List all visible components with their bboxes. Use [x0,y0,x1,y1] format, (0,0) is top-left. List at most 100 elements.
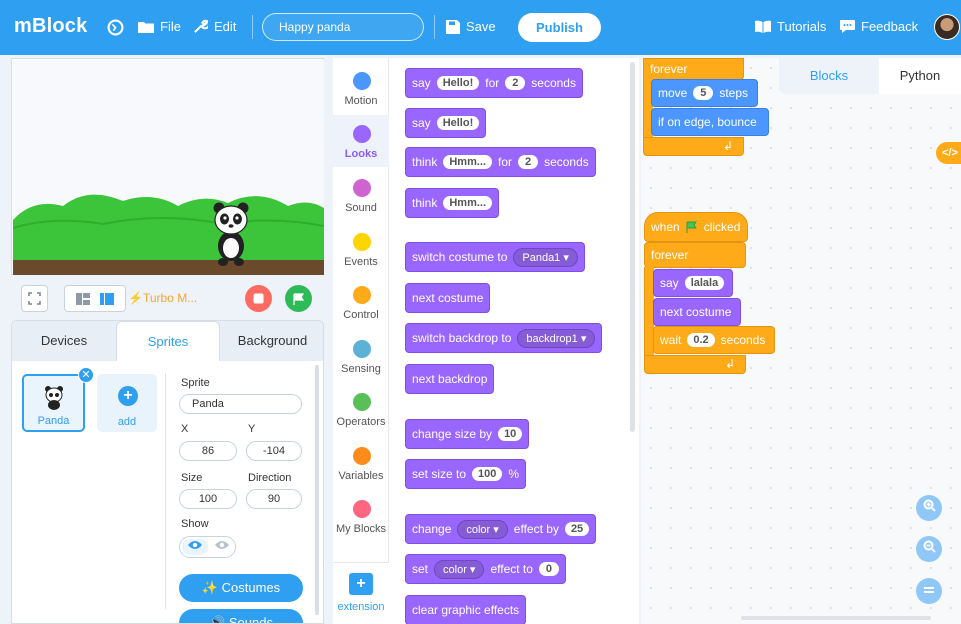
when-flag-clicked-block[interactable]: when clicked [644,212,748,242]
switch-costume-block[interactable]: switch costume to Panda1 ▾ [405,242,585,272]
category-sensing[interactable]: Sensing [333,330,389,382]
category-sound[interactable]: Sound [333,169,389,221]
script-area[interactable]: Blocks Python </> forever move 5 steps i… [641,58,961,624]
change-effect-block[interactable]: change color ▾ effect by 25 [405,514,597,544]
direction-field[interactable]: 90 [246,489,302,509]
zoom-out-button[interactable] [916,536,942,562]
stage-scene [13,60,324,275]
forever-block[interactable]: forever [644,242,746,268]
block-input[interactable]: 2 [505,76,526,90]
eye-open-icon[interactable] [182,539,208,555]
turbo-mode-toggle[interactable]: ⚡Turbo M... [128,291,197,305]
block-input[interactable]: Hmm... [443,155,493,169]
sounds-label: Sounds [228,615,273,624]
tab-blocks[interactable]: Blocks [779,58,879,94]
block-text: clear graphic effects [412,603,520,617]
costume-dropdown[interactable]: Panda1 ▾ [513,247,578,267]
sprite-thumbnail-panda[interactable]: Panda ✕ [22,367,94,432]
block-input[interactable]: Hello! [436,116,480,130]
save-button[interactable]: Save [446,19,496,34]
eye-closed-icon[interactable] [210,539,234,555]
stage-layout-toggle [64,285,126,312]
switch-backdrop-block[interactable]: switch backdrop to backdrop1 ▾ [405,323,603,353]
set-size-block[interactable]: set size to 100 % [405,459,527,489]
sounds-button[interactable]: 🔊 Sounds [179,609,303,624]
publish-button[interactable]: Publish [518,13,601,42]
set-effect-block[interactable]: set color ▾ effect to 0 [405,554,566,584]
script-area-scrollbar[interactable] [741,616,931,620]
speaker-icon: 🔊 [209,615,226,624]
wait-seconds-block[interactable]: wait 0.2 seconds [653,326,775,354]
sprite-name-field[interactable]: Panda [179,394,302,414]
move-steps-block[interactable]: move 5 steps [651,79,758,107]
bounce-block[interactable]: if on edge, bounce [651,108,769,136]
block-text: change [412,522,452,536]
category-control[interactable]: Control [333,276,389,328]
block-input[interactable]: 0 [538,562,559,576]
forever-block[interactable]: forever [643,58,744,80]
say-for-seconds-block[interactable]: say Hello! for 2 seconds [405,68,583,98]
block-input[interactable]: 5 [693,86,714,100]
y-field[interactable]: -104 [246,441,302,461]
file-menu[interactable]: File [138,19,181,34]
category-variables[interactable]: Variables [333,437,389,489]
block-input[interactable]: lalala [684,276,725,290]
green-flag-button[interactable] [285,285,312,312]
category-my-blocks[interactable]: My Blocks [333,490,389,542]
project-name-field[interactable]: Happy panda [262,13,424,41]
backdrop-dropdown[interactable]: backdrop1 ▾ [517,328,596,348]
green-flag-icon [686,221,697,233]
x-field[interactable]: 86 [179,441,237,461]
effect-dropdown[interactable]: color ▾ [457,519,508,539]
effect-dropdown[interactable]: color ▾ [434,559,485,579]
say-block[interactable]: say lalala [653,269,733,297]
app-logo: mBlock [14,15,88,37]
tab-background[interactable]: Background [220,321,323,361]
tab-devices[interactable]: Devices [12,321,116,361]
code-view-icon[interactable]: </> [936,142,961,164]
fullscreen-button[interactable] [21,285,48,312]
language-button[interactable] [107,19,124,36]
category-looks[interactable]: Looks [333,115,389,167]
think-for-seconds-block[interactable]: think Hmm... for 2 seconds [405,147,596,177]
next-costume-block[interactable]: next costume [653,298,741,326]
tab-sprites[interactable]: Sprites [116,321,220,361]
palette-scrollbar[interactable] [630,62,635,432]
sprite-panel: Devices Sprites Background Panda ✕ + add… [11,320,324,624]
block-input[interactable]: 10 [498,427,523,441]
stop-button[interactable] [245,285,272,312]
tab-python[interactable]: Python [879,58,961,94]
stage-canvas[interactable] [13,60,324,275]
change-size-block[interactable]: change size by 10 [405,419,530,449]
zoom-in-button[interactable] [916,495,942,521]
delete-sprite-icon[interactable]: ✕ [78,367,94,383]
block-input[interactable]: 25 [564,522,590,536]
edit-menu[interactable]: Edit [193,19,236,34]
block-input[interactable]: 100 [472,467,503,481]
feedback-button[interactable]: Feedback [840,19,918,34]
user-avatar[interactable] [934,14,960,40]
tutorials-button[interactable]: Tutorials [755,19,826,34]
clear-effects-block[interactable]: clear graphic effects [405,595,527,624]
think-block[interactable]: think Hmm... [405,188,500,218]
block-input[interactable]: Hello! [436,76,480,90]
next-backdrop-block[interactable]: next backdrop [405,364,495,394]
next-costume-block[interactable]: next costume [405,283,491,313]
extension-button[interactable]: + extension [333,562,389,624]
block-input[interactable]: 0.2 [687,333,715,347]
size-field[interactable]: 100 [179,489,237,509]
costumes-button[interactable]: ✨ Costumes [179,574,303,602]
panel-scrollbar[interactable] [315,365,319,615]
small-stage-icon[interactable] [76,292,90,305]
show-label: Show [181,518,209,530]
add-sprite-button[interactable]: + add [97,374,157,432]
large-stage-icon[interactable] [100,292,114,305]
block-input[interactable]: Hmm... [443,196,493,210]
block-text: set [412,562,429,576]
say-block[interactable]: say Hello! [405,108,487,138]
block-input[interactable]: 2 [518,155,539,169]
category-events[interactable]: Events [333,223,389,275]
category-operators[interactable]: Operators [333,383,389,435]
zoom-reset-button[interactable] [916,578,942,604]
category-motion[interactable]: Motion [333,62,389,114]
